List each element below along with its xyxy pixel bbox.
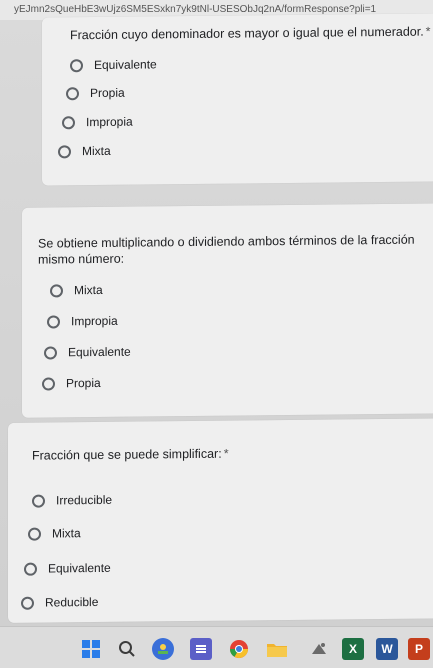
- radio-option[interactable]: Propia: [42, 376, 101, 391]
- option-label: Equivalente: [94, 57, 157, 73]
- radio-button-icon[interactable]: [66, 86, 79, 100]
- chrome-icon[interactable]: [228, 638, 250, 660]
- question-card-3: Fracción que se puede simplificar: * Irre…: [8, 418, 433, 623]
- radio-option[interactable]: Equivalente: [70, 57, 157, 72]
- radio-button-icon[interactable]: [24, 562, 37, 576]
- radio-option[interactable]: Mixta: [50, 283, 103, 298]
- radio-option[interactable]: Propia: [66, 86, 125, 101]
- radio-option[interactable]: Impropia: [62, 115, 133, 130]
- option-label: Equivalente: [48, 560, 111, 576]
- question-title-3: Fracción que se puede simplificar: *: [32, 446, 229, 463]
- windows-start-icon[interactable]: [80, 638, 102, 660]
- file-explorer-icon[interactable]: [266, 638, 288, 660]
- radio-option[interactable]: Irreducible: [32, 493, 112, 508]
- radio-option[interactable]: Equivalente: [24, 561, 111, 576]
- powerpoint-icon[interactable]: P: [408, 638, 430, 660]
- radio-button-icon[interactable]: [62, 115, 75, 129]
- radio-button-icon[interactable]: [44, 345, 57, 360]
- option-label: Equivalente: [68, 344, 131, 360]
- option-label: Irreducible: [56, 492, 113, 508]
- question-title-1: Fracción cuyo denominador es mayor o igu…: [70, 24, 431, 43]
- option-label: Mixta: [74, 282, 103, 298]
- radio-option[interactable]: Mixta: [58, 144, 111, 159]
- search-icon[interactable]: [116, 638, 138, 660]
- screen: yEJmn2sQueHbE3wUjz6SM5ESxkn7yk9tNl-USESO…: [0, 0, 433, 668]
- option-label: Reducible: [45, 594, 99, 610]
- required-asterisk: *: [425, 24, 431, 39]
- required-asterisk: *: [223, 446, 229, 461]
- question-title-2: Se obtiene multiplicando o dividiendo am…: [38, 232, 415, 267]
- radio-button-icon[interactable]: [28, 527, 41, 541]
- option-label: Propia: [66, 375, 101, 391]
- word-icon[interactable]: W: [376, 638, 398, 660]
- option-label: Mixta: [52, 526, 81, 541]
- excel-icon[interactable]: X: [342, 638, 364, 660]
- radio-button-icon[interactable]: [70, 58, 83, 72]
- widgets-icon[interactable]: [152, 638, 174, 660]
- question-card-1: Fracción cuyo denominador es mayor o igu…: [42, 13, 433, 186]
- taskbar: X W P: [0, 626, 433, 668]
- radio-option[interactable]: Mixta: [28, 526, 81, 541]
- radio-button-icon[interactable]: [58, 144, 71, 158]
- option-label: Propia: [90, 85, 125, 101]
- radio-option[interactable]: Equivalente: [44, 345, 131, 360]
- radio-button-icon[interactable]: [32, 494, 45, 508]
- radio-button-icon[interactable]: [21, 596, 34, 610]
- option-label: Impropia: [71, 313, 118, 329]
- radio-button-icon[interactable]: [42, 376, 55, 391]
- task-view-icon[interactable]: [190, 638, 212, 660]
- question-card-2: Se obtiene multiplicando o dividiendo am…: [22, 203, 433, 418]
- form-content: Fracción cuyo denominador es mayor o igu…: [0, 13, 433, 630]
- radio-button-icon[interactable]: [47, 314, 60, 329]
- option-label: Mixta: [82, 143, 111, 159]
- radio-option[interactable]: Impropia: [47, 314, 118, 329]
- option-label: Impropia: [86, 114, 133, 130]
- radio-option[interactable]: Reducible: [21, 595, 98, 610]
- radio-button-icon[interactable]: [50, 283, 63, 297]
- app-icon[interactable]: [308, 638, 330, 660]
